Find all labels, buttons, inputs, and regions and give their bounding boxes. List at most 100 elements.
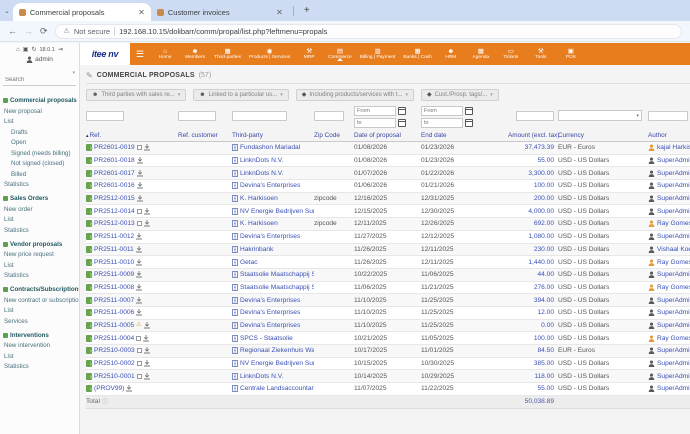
author-link[interactable]: SuperAdmin: [657, 182, 690, 189]
author-link[interactable]: SuperAdmin: [657, 385, 690, 392]
generated-document-icon[interactable]: [136, 361, 142, 367]
search-input[interactable]: [3, 75, 76, 86]
third-party-link[interactable]: Fundashon Mariadal: [240, 144, 300, 151]
menu-item-members[interactable]: ☻ Members: [180, 47, 210, 61]
forward-icon[interactable]: →: [24, 26, 33, 36]
author-link[interactable]: SuperAdmin: [657, 157, 690, 164]
author-link[interactable]: SuperAdmin: [657, 297, 690, 304]
third-party-link[interactable]: LinknDots N.V.: [240, 157, 283, 164]
menu-item-agenda[interactable]: ▦ Agenda: [466, 47, 496, 61]
address-bar[interactable]: ⚠ Not secure 192.168.10.15/dolibarr/comm…: [54, 23, 682, 39]
sidebar-item-list[interactable]: List: [3, 262, 79, 269]
third-party-link[interactable]: Centrale Landsaccountantsd...: [240, 385, 314, 392]
proposal-ref-link[interactable]: PR2511-0012: [94, 233, 134, 240]
tab-commercial-proposals[interactable]: Commercial proposals ✕: [12, 3, 151, 21]
proposal-ref-link[interactable]: PR2601-0016: [94, 182, 135, 189]
logout-icon[interactable]: ⇥: [58, 46, 63, 53]
tab-close-icon[interactable]: ✕: [276, 8, 283, 17]
sidebar-section-title[interactable]: Contracts/Subscriptions: [3, 286, 79, 293]
home-shortcut-icon[interactable]: ⌂: [16, 47, 20, 53]
download-icon[interactable]: [136, 296, 143, 304]
generated-document-icon[interactable]: [136, 335, 142, 341]
currency-filter-select[interactable]: [558, 109, 642, 121]
lock-icon[interactable]: ▣: [23, 46, 29, 53]
download-icon[interactable]: [136, 182, 143, 189]
generated-document-icon[interactable]: [136, 221, 142, 227]
new-tab-button[interactable]: +: [298, 5, 316, 16]
download-icon[interactable]: [143, 321, 150, 329]
download-icon[interactable]: [143, 207, 150, 215]
author-link[interactable]: SuperAdmin: [657, 347, 690, 354]
ref-filter-input[interactable]: [86, 110, 124, 121]
author-link[interactable]: SuperAdmin: [657, 195, 690, 202]
company-logo[interactable]: itee nv: [80, 43, 130, 65]
menu-item-tools[interactable]: ⚒ Tools: [526, 47, 556, 61]
download-icon[interactable]: [126, 385, 133, 392]
download-icon[interactable]: [143, 220, 150, 227]
column-header-zip[interactable]: Zip Code: [314, 132, 354, 139]
column-header-currency[interactable]: Currency: [558, 132, 648, 139]
zip-filter-input[interactable]: [314, 110, 344, 121]
proposal-ref-link[interactable]: PR2512-0013: [94, 220, 135, 227]
third-party-link[interactable]: LinknDots N.V.: [240, 373, 283, 380]
menu-item-home[interactable]: ⌂ Home: [150, 47, 180, 61]
download-icon[interactable]: [136, 309, 143, 316]
third-party-link[interactable]: Devina's Enterprises: [240, 297, 300, 304]
sidebar-item-new-contract-or-subscription[interactable]: New contract or subscription: [3, 297, 79, 304]
author-filter-input[interactable]: [648, 110, 688, 121]
reload-icon[interactable]: ⟳: [40, 26, 48, 37]
sidebar-section-title[interactable]: Sales Orders: [3, 195, 79, 202]
third-party-link[interactable]: Devina's Enterprises: [240, 309, 300, 316]
proposal-ref-link[interactable]: PR2511-0007: [94, 297, 134, 304]
download-icon[interactable]: [136, 271, 143, 278]
date-to-input[interactable]: [421, 117, 463, 128]
menu-item-hrm[interactable]: ☻ HRM: [436, 47, 466, 61]
sidebar-item-list[interactable]: List: [3, 353, 79, 360]
sidebar-item-list[interactable]: List: [3, 118, 79, 125]
menu-item-products-services[interactable]: ◉ Products | Services: [245, 47, 294, 61]
author-link[interactable]: SuperAdmin: [657, 309, 690, 316]
filter-chip[interactable]: ◆ Including products/services with t... …: [295, 89, 414, 101]
proposal-ref-link[interactable]: PR2512-0015: [94, 195, 135, 202]
author-link[interactable]: SuperAdmin: [657, 271, 690, 278]
proposal-ref-link[interactable]: PR2511-0006: [94, 309, 134, 316]
menu-item-third-parties[interactable]: ▦ Third-parties: [210, 47, 245, 61]
proposal-ref-link[interactable]: PR2511-0005: [94, 322, 134, 329]
proposal-ref-link[interactable]: PR2511-0011: [94, 246, 134, 253]
author-link[interactable]: SuperAdmin: [657, 360, 690, 367]
sidebar-section-title[interactable]: Interventions: [3, 332, 79, 339]
proposal-ref-link[interactable]: (PROV99): [94, 385, 124, 392]
column-header-third-party[interactable]: Third-party: [232, 132, 314, 139]
calendar-icon[interactable]: [398, 106, 406, 115]
third-party-link[interactable]: Hakrinbank: [240, 246, 273, 253]
sidebar-item-not-signed-closed[interactable]: Not signed (closed): [3, 160, 79, 167]
sidebar-item-list[interactable]: List: [3, 216, 79, 223]
hamburger-menu-icon[interactable]: ☰: [130, 49, 150, 60]
sidebar-item-signed-needs-billing[interactable]: Signed (needs billing): [3, 150, 79, 157]
filter-chip[interactable]: ◆ Cust./Prosp. tags/... ▾: [420, 89, 499, 101]
back-icon[interactable]: ←: [8, 26, 17, 36]
author-link[interactable]: Ray Gomes: [657, 220, 690, 227]
author-link[interactable]: SuperAdmin: [657, 208, 690, 215]
proposal-ref-link[interactable]: PR2601-0018: [94, 157, 135, 164]
sidebar-item-new-intervention[interactable]: New intervention: [3, 342, 79, 349]
proposal-ref-link[interactable]: PR2601-0017: [94, 170, 135, 177]
author-link[interactable]: Vishaal Koenjbeha: [657, 246, 690, 253]
sidebar-item-statistics[interactable]: Statistics: [3, 363, 79, 370]
tab-close-icon[interactable]: ✕: [138, 8, 145, 17]
author-link[interactable]: SuperAdmin: [657, 170, 690, 177]
download-icon[interactable]: [143, 144, 150, 151]
sidebar-item-services[interactable]: Services: [3, 318, 79, 325]
calendar-icon[interactable]: [465, 118, 473, 127]
download-icon[interactable]: [136, 258, 143, 266]
column-header-end-date[interactable]: End date: [421, 132, 508, 139]
menu-item-commerce[interactable]: ▤ Commerce: [324, 47, 355, 61]
third-party-link[interactable]: SPCS - Staatsolie: [240, 335, 293, 342]
sidebar-section-title[interactable]: Vendor proposals: [3, 241, 79, 248]
column-header-ref-customer[interactable]: Ref. customer: [178, 132, 232, 139]
author-link[interactable]: Ray Gomes: [657, 259, 690, 266]
generated-document-icon[interactable]: [136, 348, 142, 354]
sidebar-item-list[interactable]: List: [3, 307, 79, 314]
sidebar-item-new-order[interactable]: New order: [3, 206, 79, 213]
proposal-ref-link[interactable]: PR2511-0009: [94, 271, 134, 278]
